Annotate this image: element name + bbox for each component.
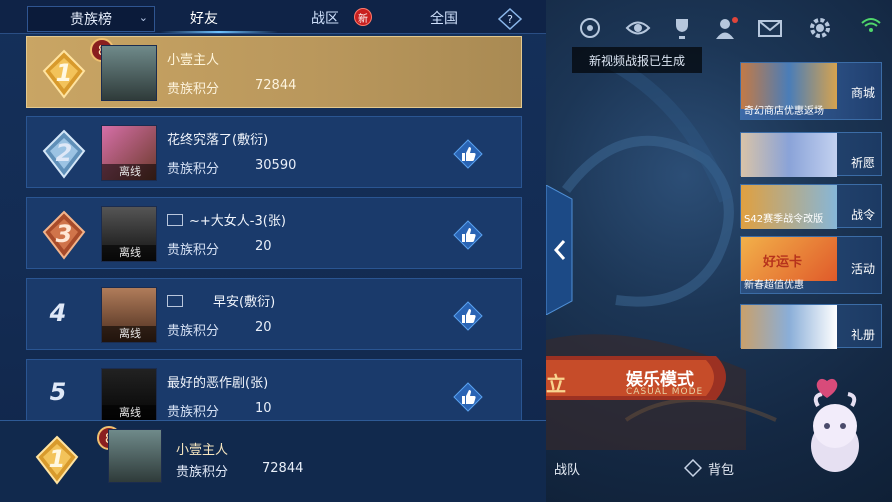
avatar[interactable]: 离线 <box>101 287 157 343</box>
score-value: 72844 <box>262 461 304 476</box>
event-caption: 新春超值优惠 <box>744 280 804 291</box>
offline-status: 离线 <box>102 245 156 261</box>
battle-pass-label: 战令 <box>850 208 875 222</box>
bag-icon[interactable] <box>683 458 703 478</box>
player-name: 早安(敷衍) <box>167 291 275 310</box>
score-value: 20 <box>255 239 272 254</box>
team-button[interactable]: 战队 <box>554 459 580 478</box>
rank-number: 1 <box>55 59 73 87</box>
collapse-panel-arrow[interactable] <box>545 184 574 316</box>
score-label: 贵族积分 <box>167 82 220 97</box>
team-icon <box>167 214 183 226</box>
trophy-icon[interactable] <box>668 14 696 42</box>
offline-status: 离线 <box>102 405 156 421</box>
leaderboard-row[interactable]: 2 离线 花终究落了(敷衍) 贵族积分 30590 <box>26 116 522 188</box>
score-value: 72844 <box>255 78 297 93</box>
score-value: 30590 <box>255 158 297 173</box>
offline-status: 离线 <box>102 164 156 180</box>
score-label: 贵族积分 <box>167 324 220 339</box>
my-rank-row[interactable]: 1 8 小壹主人 贵族积分 72844 <box>0 420 546 502</box>
record-icon[interactable] <box>576 14 604 42</box>
leaderboard-row[interactable]: 3 离线 ~+大女人-3(张) 贵族积分 20 <box>26 197 522 269</box>
friends-icon[interactable] <box>714 14 742 42</box>
eye-icon[interactable] <box>624 14 652 42</box>
battle-pass-card[interactable]: S42赛季战令改版 战令 <box>740 184 882 229</box>
leaderboard-scope-select[interactable]: 贵族榜 ⌄ <box>27 6 155 32</box>
score-value: 20 <box>255 320 272 335</box>
score-value: 10 <box>255 401 272 416</box>
player-name-text: 早安(敷衍) <box>213 295 276 310</box>
help-icon[interactable]: ? <box>497 7 523 31</box>
gift-book-label: 礼册 <box>850 328 875 342</box>
gift-book-art <box>741 305 837 349</box>
thumbs-up-icon[interactable] <box>453 139 483 169</box>
wish-label: 祈愿 <box>850 156 875 170</box>
svg-text:?: ? <box>507 13 513 26</box>
player-name: 最好的恶作剧(张) <box>167 376 269 391</box>
rank-number: 3 <box>55 220 73 248</box>
tab-national[interactable]: 全国 <box>430 8 458 28</box>
mode-subtitle: CASUAL MODE <box>626 387 704 397</box>
score-label: 贵族积分 <box>176 465 229 480</box>
chevron-down-icon: ⌄ <box>138 11 148 24</box>
event-label: 活动 <box>850 262 875 276</box>
leaderboard-row[interactable]: 1 8 小壹主人 贵族积分 72844 <box>26 36 522 108</box>
rank-number: 4 <box>49 299 67 327</box>
shop-card[interactable]: 奇幻商店优惠返场 商城 <box>740 62 882 120</box>
rank-number: 5 <box>49 378 67 406</box>
tab-friends[interactable]: 好友 <box>190 8 218 28</box>
player-name-text: ~+大女人-3(张) <box>189 214 286 229</box>
avatar[interactable]: 离线 <box>101 368 157 422</box>
player-name: ~+大女人-3(张) <box>167 210 286 229</box>
lucky-card-art: 好运卡 <box>741 237 837 281</box>
rank-number: 1 <box>48 445 66 473</box>
avatar[interactable]: 离线 <box>101 125 157 181</box>
leaderboard-tabbar: 贵族榜 ⌄ 好友 战区 新 全国 ? <box>0 0 546 34</box>
bag-button[interactable]: 背包 <box>708 459 734 478</box>
gear-icon[interactable] <box>806 14 834 42</box>
new-badge: 新 <box>354 8 372 26</box>
score-label: 贵族积分 <box>167 162 220 177</box>
wish-card[interactable]: 祈愿 <box>740 132 882 177</box>
leaderboard-panel: 贵族榜 ⌄ 好友 战区 新 全国 ? 1 8 <box>0 0 546 502</box>
active-tab-underline <box>160 31 278 33</box>
leaderboard-row[interactable]: 5 离线 最好的恶作剧(张) 贵族积分 10 <box>26 359 522 422</box>
mode-partial-text: 立 <box>546 372 566 396</box>
thumbs-up-icon[interactable] <box>453 382 483 412</box>
event-card[interactable]: 好运卡 新春超值优惠 活动 <box>740 236 882 294</box>
avatar[interactable] <box>101 45 157 101</box>
leaderboard-row[interactable]: 4 离线 早安(敷衍) 贵族积分 20 <box>26 278 522 350</box>
wish-banner-art <box>741 133 837 177</box>
scope-select-label: 贵族榜 <box>70 12 112 28</box>
heart-icon[interactable] <box>812 372 842 402</box>
offline-status: 离线 <box>102 326 156 342</box>
thumbs-up-icon[interactable] <box>453 220 483 250</box>
shop-label: 商城 <box>850 86 875 100</box>
rank-number: 2 <box>55 139 73 167</box>
score-label: 贵族积分 <box>167 243 220 258</box>
video-report-toast[interactable]: 新视频战报已生成 <box>572 47 702 73</box>
shop-caption: 奇幻商店优惠返场 <box>744 106 824 117</box>
mail-icon[interactable] <box>756 14 784 42</box>
gift-book-card[interactable]: 礼册 <box>740 304 882 349</box>
player-name: 小壹主人 <box>167 53 220 68</box>
avatar[interactable]: 离线 <box>101 206 157 262</box>
battle-pass-caption: S42赛季战令改版 <box>744 214 824 225</box>
thumbs-up-icon[interactable] <box>453 301 483 331</box>
player-name: 小壹主人 <box>176 443 229 458</box>
lucky-card-text: 好运卡 <box>763 255 803 270</box>
wifi-icon <box>860 14 882 42</box>
tab-zone[interactable]: 战区 <box>311 8 339 28</box>
player-name: 花终究落了(敷衍) <box>167 133 269 148</box>
avatar[interactable] <box>108 429 162 483</box>
score-label: 贵族积分 <box>167 405 220 420</box>
team-icon <box>167 295 183 307</box>
